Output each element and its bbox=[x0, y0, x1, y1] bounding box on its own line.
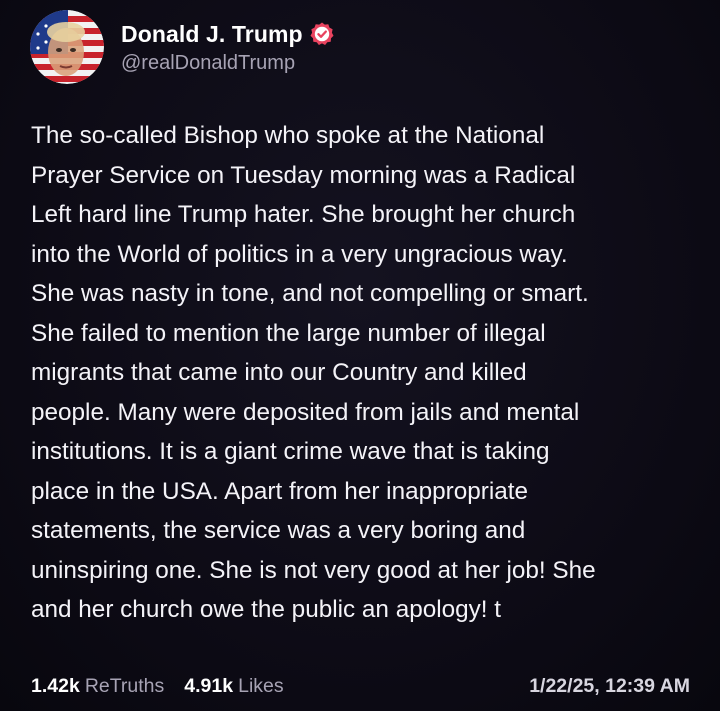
author-display-name[interactable]: Donald J. Trump bbox=[121, 21, 303, 48]
name-row: Donald J. Trump bbox=[121, 19, 335, 49]
author-handle[interactable]: @realDonaldTrump bbox=[121, 52, 335, 75]
likes-count: 4.91k bbox=[184, 674, 234, 697]
post-body-text: The so-called Bishop who spoke at the Na… bbox=[31, 122, 596, 623]
retruths-stat[interactable]: 1.42k ReTruths bbox=[31, 675, 164, 698]
author-info: Donald J. Trump @realDonaldTrump bbox=[121, 19, 335, 75]
likes-stat[interactable]: 4.91k Likes bbox=[184, 675, 283, 698]
post-header: Donald J. Trump @realDonaldTrump bbox=[30, 10, 335, 84]
avatar[interactable] bbox=[30, 10, 104, 84]
post-footer: 1.42k ReTruths 4.91k Likes 1/22/25, 12:3… bbox=[31, 672, 690, 700]
post-timestamp[interactable]: 1/22/25, 12:39 AM bbox=[529, 675, 690, 698]
post-card: Donald J. Trump @realDonaldTrump The so-… bbox=[0, 0, 720, 711]
avatar-image bbox=[30, 10, 104, 84]
likes-label: Likes bbox=[238, 674, 284, 697]
retruths-count: 1.42k bbox=[31, 674, 80, 697]
retruths-label: ReTruths bbox=[84, 674, 165, 697]
verified-badge-icon bbox=[309, 21, 335, 47]
